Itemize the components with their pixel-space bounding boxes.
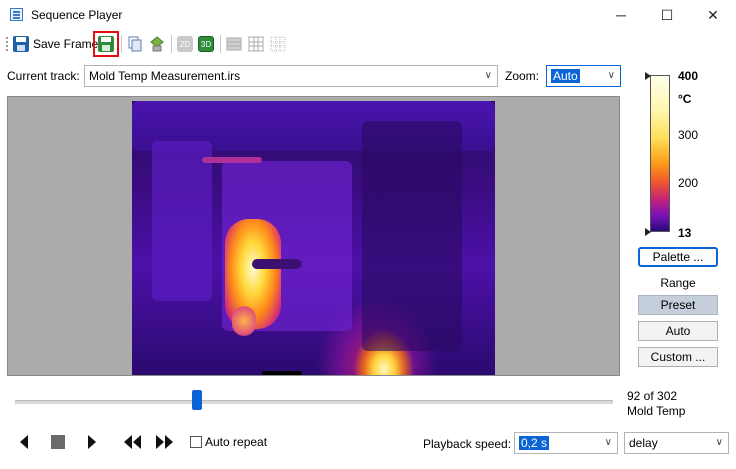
toolbar-separator	[171, 35, 172, 53]
current-track-select[interactable]: Mold Temp Measurement.irs ∨	[84, 65, 498, 87]
frame-counter: 92 of 302	[627, 389, 678, 403]
step-back-icon	[20, 435, 28, 449]
save-sequence-button[interactable]	[93, 31, 119, 57]
timeline-slider-thumb[interactable]	[192, 390, 202, 410]
scale-tick-200: 200	[678, 176, 699, 190]
scale-min-value: 13	[678, 226, 692, 240]
play-icon	[88, 435, 96, 449]
layout-dots-button[interactable]	[269, 34, 287, 54]
previous-frame-button[interactable]	[14, 432, 34, 452]
timeline-slider-track[interactable]	[15, 400, 613, 404]
view-3d-icon: 3D	[198, 36, 214, 52]
playback-speed-label: Playback speed:	[423, 437, 512, 451]
range-custom-button[interactable]: Custom ...	[638, 347, 718, 367]
grid-icon	[248, 36, 264, 52]
auto-repeat-checkbox[interactable]	[190, 436, 202, 448]
dotted-grid-icon	[270, 36, 286, 52]
export-icon	[150, 36, 164, 52]
save-icon	[13, 36, 29, 52]
zoom-select[interactable]: Auto ∨	[546, 65, 621, 87]
stop-icon	[51, 435, 65, 449]
current-track-label: Current track:	[7, 69, 80, 83]
auto-repeat-label: Auto repeat	[205, 435, 268, 449]
toolbar-grip	[6, 37, 10, 51]
chevron-down-icon: ∨	[604, 437, 612, 448]
track-short-name: Mold Temp	[627, 404, 686, 418]
range-label: Range	[660, 276, 696, 290]
copy-button[interactable]	[126, 34, 144, 54]
toolbar-separator	[121, 35, 122, 53]
temperature-color-scale	[650, 75, 670, 232]
range-auto-button[interactable]: Auto	[638, 321, 718, 341]
scale-max-marker[interactable]	[645, 72, 651, 80]
layout-single-icon	[226, 37, 242, 51]
chevron-down-icon: ∨	[484, 70, 492, 81]
play-button[interactable]	[82, 432, 102, 452]
scale-unit: °C	[678, 92, 692, 106]
copy-icon	[128, 36, 142, 52]
export-button[interactable]	[148, 34, 166, 54]
palette-button[interactable]: Palette ...	[638, 247, 718, 267]
fast-forward-icon	[156, 435, 173, 449]
range-preset-button[interactable]: Preset	[638, 295, 718, 315]
thermal-image[interactable]	[132, 101, 495, 375]
view-2d-button[interactable]: 2D	[176, 34, 194, 54]
app-icon	[10, 8, 23, 21]
window-title: Sequence Player	[31, 8, 123, 22]
rewind-button[interactable]	[120, 432, 144, 452]
view-3d-button[interactable]: 3D	[197, 34, 215, 54]
close-button[interactable]: ✕	[690, 0, 736, 30]
chevron-down-icon: ∨	[607, 70, 615, 81]
toolbar-separator	[220, 35, 221, 53]
playback-speed-select[interactable]: 0,2 s ∨	[514, 432, 618, 454]
maximize-button[interactable]: ☐	[644, 0, 690, 30]
scale-min-marker[interactable]	[645, 228, 651, 236]
fast-forward-button[interactable]	[153, 432, 177, 452]
scale-max-value: 400	[678, 69, 699, 83]
zoom-label: Zoom:	[505, 69, 540, 83]
view-2d-icon: 2D	[177, 36, 193, 52]
playback-mode-select[interactable]: delay ∨	[624, 432, 729, 454]
scale-tick-300: 300	[678, 128, 699, 142]
layout-grid-button[interactable]	[247, 34, 265, 54]
rewind-icon	[124, 435, 141, 449]
chevron-down-icon: ∨	[715, 437, 723, 448]
layout-single-button[interactable]	[225, 34, 243, 54]
stop-button[interactable]	[48, 432, 68, 452]
save-green-icon	[98, 36, 114, 52]
minimize-button[interactable]: ─	[598, 0, 644, 30]
save-frame-button[interactable]: Save Frame	[13, 34, 98, 54]
